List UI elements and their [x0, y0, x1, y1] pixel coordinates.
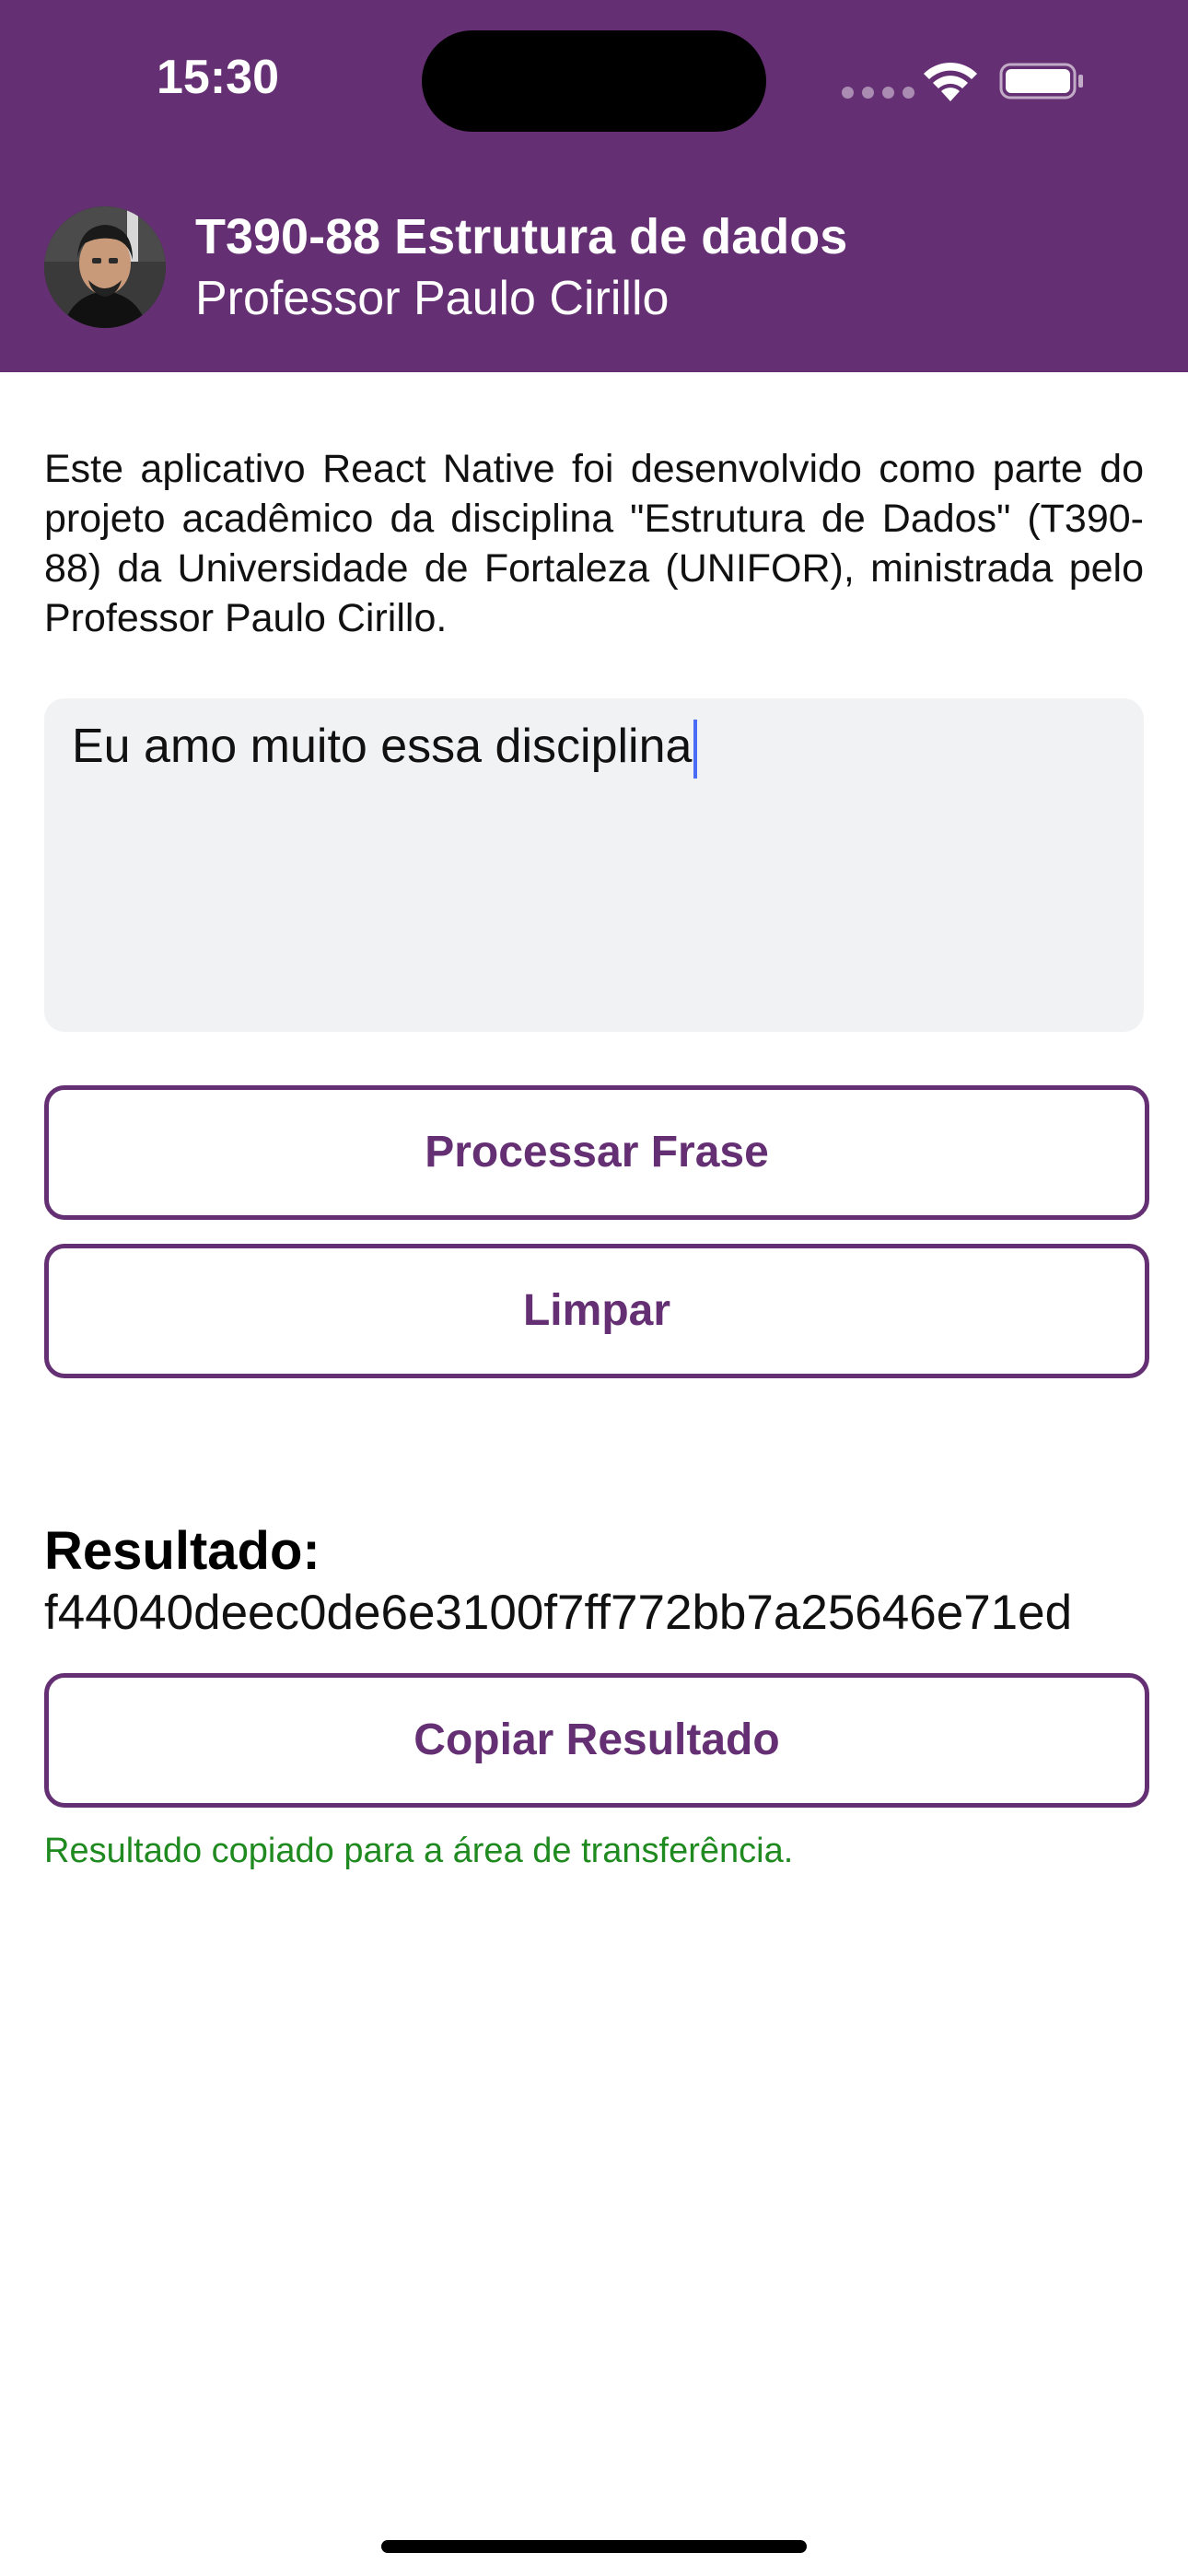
- result-value: f44040deec0de6e3100f7ff772bb7a25646e71ed: [44, 1586, 1073, 1640]
- result-label: Resultado:: [44, 1521, 320, 1581]
- phrase-input[interactable]: Eu amo muito essa disciplina: [44, 698, 1144, 1032]
- clear-button[interactable]: Limpar: [44, 1244, 1149, 1378]
- professor-name: Professor Paulo Cirillo: [195, 272, 670, 325]
- wifi-icon: [924, 62, 977, 101]
- battery-icon: [999, 63, 1083, 100]
- phrase-input-text: Eu amo muito essa disciplina: [72, 720, 693, 773]
- dynamic-island: [422, 30, 766, 132]
- app-description: Este aplicativo React Native foi desenvo…: [44, 447, 1144, 640]
- app-header: 15:30 T390-88 Estrutura de dados Profess…: [0, 0, 1188, 372]
- avatar: [44, 206, 166, 328]
- home-indicator[interactable]: [381, 2540, 807, 2553]
- copy-result-button[interactable]: Copiar Resultado: [44, 1673, 1149, 1808]
- text-caret: [693, 720, 698, 779]
- copy-status-message: Resultado copiado para a área de transfe…: [44, 1832, 794, 1870]
- process-phrase-button[interactable]: Processar Frase: [44, 1085, 1149, 1220]
- course-title: T390-88 Estrutura de dados: [195, 209, 848, 264]
- professor-avatar-image: [44, 206, 166, 328]
- status-bar-time: 15:30: [157, 51, 279, 104]
- cellular-signal-icon: [842, 87, 914, 99]
